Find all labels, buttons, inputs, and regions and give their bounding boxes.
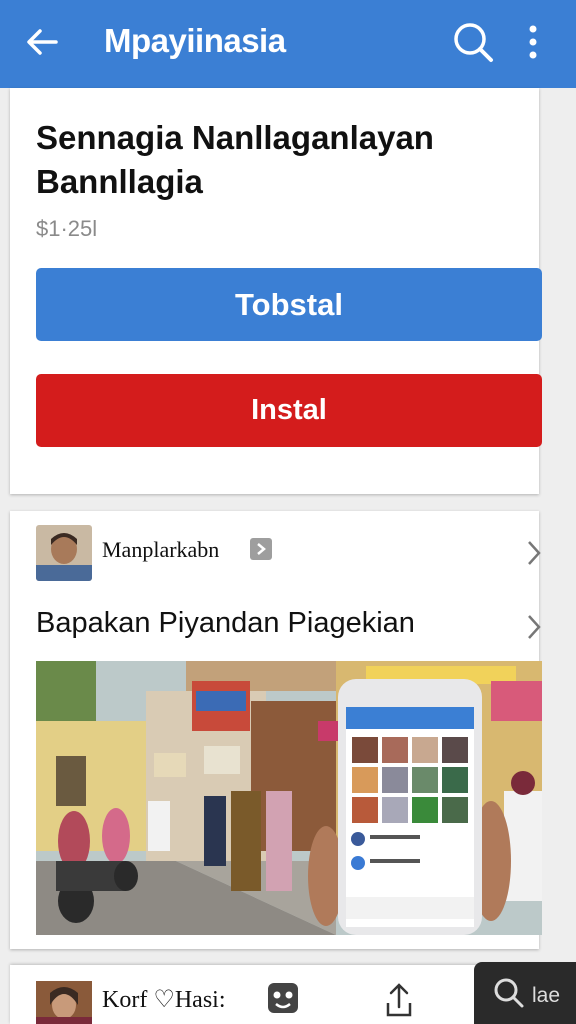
search-icon[interactable] — [451, 20, 495, 64]
app-title: Sennagia Nanllaganlayan Bannllagia — [36, 119, 434, 200]
chevron-right-icon[interactable] — [524, 612, 544, 642]
app-details-card: Sennagia Nanllaganlayan Bannllagia $1·25… — [10, 88, 542, 494]
next-post-card[interactable]: Korf ♡Hasi: — [10, 965, 539, 1024]
next-post-label[interactable]: Korf ♡Hasi: — [102, 985, 226, 1014]
more-vert-icon[interactable] — [520, 22, 546, 62]
post-heading[interactable]: Bapakan Piyandan Piagekian — [36, 607, 415, 640]
post-photo[interactable] — [36, 661, 542, 935]
next-post-avatar[interactable] — [36, 981, 92, 1024]
post-card[interactable]: Manplarkabn Bapakan Piyandan Piagekian — [10, 511, 542, 949]
search-bar[interactable]: lae — [474, 962, 576, 1024]
chevron-right-icon[interactable] — [524, 538, 544, 568]
search-icon[interactable] — [492, 976, 526, 1010]
author-avatar[interactable] — [36, 525, 92, 581]
verified-badge-icon — [250, 538, 272, 560]
face-icon[interactable] — [266, 981, 300, 1015]
primary-install-button[interactable]: Tobstal — [36, 268, 542, 341]
app-bar-title: Mpayiinasia — [104, 22, 286, 59]
install-button[interactable]: Instal — [36, 374, 542, 447]
app-price: $1·25l — [36, 216, 98, 241]
app-bar: Mpayiinasia — [0, 0, 576, 88]
arrow-left-icon[interactable] — [22, 22, 62, 62]
author-name[interactable]: Manplarkabn — [102, 537, 219, 563]
share-icon[interactable] — [382, 981, 416, 1021]
search-bar-text: lae — [532, 984, 561, 1007]
